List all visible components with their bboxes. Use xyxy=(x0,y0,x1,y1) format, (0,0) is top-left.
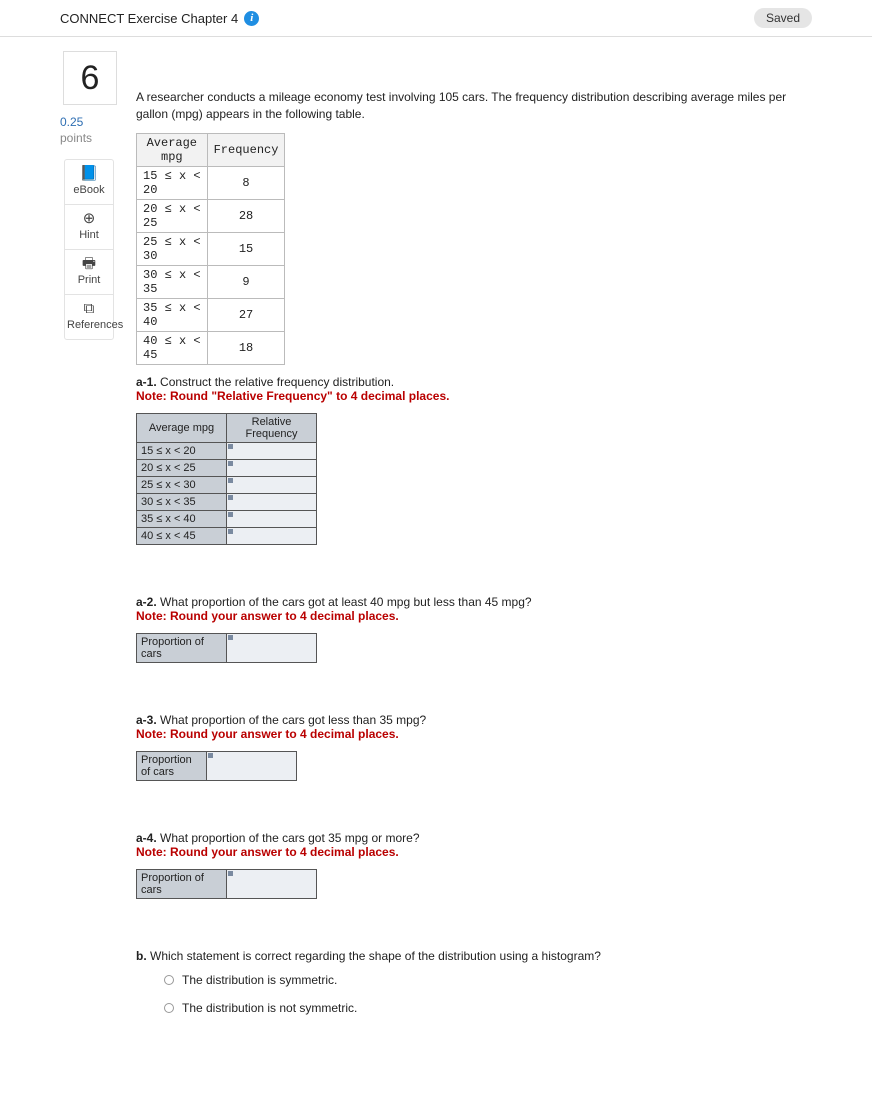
topbar-left: CONNECT Exercise Chapter 4 i xyxy=(60,11,259,26)
a1-input[interactable] xyxy=(227,442,317,459)
a1-input[interactable] xyxy=(227,527,317,544)
a2-note: Note: Round your answer to 4 decimal pla… xyxy=(136,609,812,623)
top-bar: CONNECT Exercise Chapter 4 i Saved xyxy=(0,0,872,37)
part-b: b. Which statement is correct regarding … xyxy=(136,949,812,1015)
a4-label: a-4. xyxy=(136,831,157,845)
ebook-button[interactable]: 📘 eBook xyxy=(65,160,113,205)
a4-input[interactable] xyxy=(227,869,317,898)
ebook-button-label: eBook xyxy=(73,184,104,196)
a1-col2: Relative Frequency xyxy=(227,413,317,442)
part-a1: a-1. Construct the relative frequency di… xyxy=(136,375,812,545)
question-content: A researcher conducts a mileage economy … xyxy=(136,51,812,1065)
b-text: Which statement is correct regarding the… xyxy=(147,949,601,963)
freq-value: 18 xyxy=(207,331,285,364)
a2-answer-table: Proportion of cars xyxy=(136,633,317,663)
b-label: b. xyxy=(136,949,147,963)
a1-range-label: 20 ≤ x < 25 xyxy=(137,459,227,476)
freq-header-frequency: Frequency xyxy=(207,133,285,166)
a1-answer-table: Average mpg Relative Frequency 15 ≤ x < … xyxy=(136,413,317,545)
freq-range: 35 ≤ x < 40 xyxy=(137,298,208,331)
b-option-0[interactable]: The distribution is symmetric. xyxy=(164,973,812,987)
b-text-line: b. Which statement is correct regarding … xyxy=(136,949,812,963)
freq-value: 28 xyxy=(207,199,285,232)
freq-range: 30 ≤ x < 35 xyxy=(137,265,208,298)
saved-badge: Saved xyxy=(754,8,812,28)
a1-range-label: 40 ≤ x < 45 xyxy=(137,527,227,544)
a2-row-label: Proportion of cars xyxy=(137,633,227,662)
points-value: 0.25 xyxy=(60,115,122,129)
a3-row-label: Proportion of cars xyxy=(137,751,207,780)
a1-label: a-1. xyxy=(136,375,157,389)
a3-answer-table: Proportion of cars xyxy=(136,751,297,781)
a1-input[interactable] xyxy=(227,459,317,476)
part-a3: a-3. What proportion of the cars got les… xyxy=(136,713,812,781)
page-title: CONNECT Exercise Chapter 4 xyxy=(60,11,238,26)
resource-stack: 📘 eBook ⊕ Hint 🖶 Print ⧉References xyxy=(64,159,114,340)
print-button[interactable]: 🖶 Print xyxy=(65,250,113,295)
a1-range-label: 15 ≤ x < 20 xyxy=(137,442,227,459)
a1-range-label: 35 ≤ x < 40 xyxy=(137,510,227,527)
freq-range: 25 ≤ x < 30 xyxy=(137,232,208,265)
left-column: 6 0.25 points 📘eBook⊕Hint🖶Print⧉Referenc… xyxy=(60,51,122,1065)
freq-range: 40 ≤ x < 45 xyxy=(137,331,208,364)
a1-input[interactable] xyxy=(227,493,317,510)
b-option-label: The distribution is symmetric. xyxy=(182,973,337,987)
part-a4: a-4. What proportion of the cars got 35 … xyxy=(136,831,812,899)
a1-text-line: a-1. Construct the relative frequency di… xyxy=(136,375,812,389)
hint-button-icon: ⊕ xyxy=(67,211,111,226)
a2-text-line: a-2. What proportion of the cars got at … xyxy=(136,595,812,609)
frequency-table: Average mpg Frequency 15 ≤ x < 20820 ≤ x… xyxy=(136,133,285,365)
freq-value: 9 xyxy=(207,265,285,298)
question-prompt: A researcher conducts a mileage economy … xyxy=(136,89,812,123)
radio-icon xyxy=(164,1003,174,1013)
question-number: 6 xyxy=(63,51,117,105)
a2-text: What proportion of the cars got at least… xyxy=(157,595,532,609)
a3-note: Note: Round your answer to 4 decimal pla… xyxy=(136,727,812,741)
a1-input[interactable] xyxy=(227,476,317,493)
a1-range-label: 30 ≤ x < 35 xyxy=(137,493,227,510)
hint-button[interactable]: ⊕ Hint xyxy=(65,205,113,250)
hint-button-label: Hint xyxy=(79,229,99,241)
freq-range: 20 ≤ x < 25 xyxy=(137,199,208,232)
part-a2: a-2. What proportion of the cars got at … xyxy=(136,595,812,663)
a1-range-label: 25 ≤ x < 30 xyxy=(137,476,227,493)
a4-text: What proportion of the cars got 35 mpg o… xyxy=(157,831,420,845)
freq-range: 15 ≤ x < 20 xyxy=(137,166,208,199)
freq-value: 27 xyxy=(207,298,285,331)
b-option-label: The distribution is not symmetric. xyxy=(182,1001,357,1015)
ebook-button-icon: 📘 xyxy=(67,166,111,181)
b-option-1[interactable]: The distribution is not symmetric. xyxy=(164,1001,812,1015)
a1-text: Construct the relative frequency distrib… xyxy=(157,375,394,389)
a4-text-line: a-4. What proportion of the cars got 35 … xyxy=(136,831,812,845)
references-button-icon: ⧉ xyxy=(67,301,111,316)
freq-value: 15 xyxy=(207,232,285,265)
points-label: points xyxy=(60,131,122,145)
references-button[interactable]: ⧉References xyxy=(65,295,113,339)
a1-col1: Average mpg xyxy=(137,413,227,442)
radio-icon xyxy=(164,975,174,985)
a1-note: Note: Round "Relative Frequency" to 4 de… xyxy=(136,389,812,403)
a2-label: a-2. xyxy=(136,595,157,609)
a4-row-label: Proportion of cars xyxy=(137,869,227,898)
a3-label: a-3. xyxy=(136,713,157,727)
a2-input[interactable] xyxy=(227,633,317,662)
references-button-label: References xyxy=(67,319,123,331)
a3-input[interactable] xyxy=(207,751,297,780)
freq-header-mpg: Average mpg xyxy=(137,133,208,166)
a3-text-line: a-3. What proportion of the cars got les… xyxy=(136,713,812,727)
a1-input[interactable] xyxy=(227,510,317,527)
info-icon[interactable]: i xyxy=(244,11,259,26)
print-button-label: Print xyxy=(78,274,101,286)
a4-note: Note: Round your answer to 4 decimal pla… xyxy=(136,845,812,859)
freq-value: 8 xyxy=(207,166,285,199)
a3-text: What proportion of the cars got less tha… xyxy=(157,713,426,727)
a4-answer-table: Proportion of cars xyxy=(136,869,317,899)
print-button-icon: 🖶 xyxy=(67,256,111,271)
